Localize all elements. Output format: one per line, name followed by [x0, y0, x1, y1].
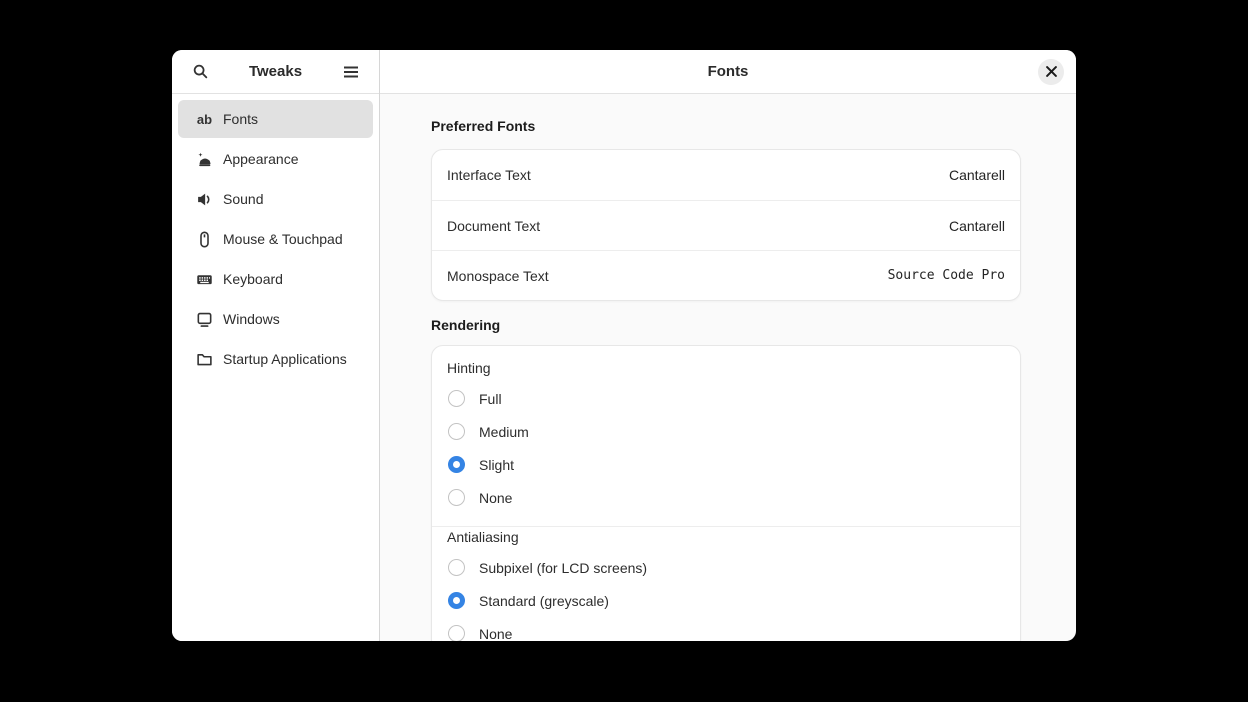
- radio-button[interactable]: [448, 423, 465, 440]
- app-title: Tweaks: [215, 63, 336, 80]
- radio-option-subpixel-for-lcd-screens[interactable]: Subpixel (for LCD screens): [432, 551, 1020, 584]
- radio-option-none[interactable]: None: [432, 617, 1020, 641]
- close-button[interactable]: [1038, 59, 1064, 85]
- group-label: Hinting: [447, 358, 1005, 378]
- tweaks-window: Tweaks ab Fonts Appearance Sound Mouse &…: [172, 50, 1076, 641]
- main-panel: Fonts Preferred Fonts Interface Text Can…: [380, 50, 1076, 641]
- sidebar-item-mouse-touchpad[interactable]: Mouse & Touchpad: [178, 220, 373, 258]
- radio-button[interactable]: [448, 489, 465, 506]
- keyboard-icon: [196, 271, 213, 288]
- group-label: Antialiasing: [447, 527, 1005, 547]
- font-row-monospace-text[interactable]: Monospace Text Source Code Pro: [432, 250, 1020, 300]
- sidebar-item-sound[interactable]: Sound: [178, 180, 373, 218]
- radio-button[interactable]: [448, 625, 465, 641]
- rendering-card: Hinting Full Medium Slight None Antialia…: [431, 345, 1021, 641]
- fonts-page: Preferred Fonts Interface Text Cantarell…: [380, 94, 1076, 641]
- mouse-icon: [196, 231, 213, 248]
- radio-option-slight[interactable]: Slight: [432, 448, 1020, 481]
- appearance-icon: [196, 151, 213, 168]
- radio-option-medium[interactable]: Medium: [432, 415, 1020, 448]
- sidebar-item-windows[interactable]: Windows: [178, 300, 373, 338]
- menu-button[interactable]: [336, 57, 366, 87]
- search-icon: [192, 63, 209, 80]
- group-antialiasing: Antialiasing Subpixel (for LCD screens) …: [432, 527, 1020, 641]
- preferred-fonts-heading: Preferred Fonts: [431, 116, 1021, 136]
- page-title: Fonts: [708, 63, 749, 80]
- sidebar-headerbar: Tweaks: [172, 50, 379, 94]
- search-button[interactable]: [185, 57, 215, 87]
- radio-button[interactable]: [448, 390, 465, 407]
- font-row-document-text[interactable]: Document Text Cantarell: [432, 200, 1020, 250]
- monitor-icon: [196, 311, 213, 328]
- radio-option-none[interactable]: None: [432, 481, 1020, 514]
- radio-button[interactable]: [448, 456, 465, 473]
- rendering-heading: Rendering: [431, 315, 1021, 335]
- radio-option-standard-greyscale[interactable]: Standard (greyscale): [432, 584, 1020, 617]
- radio-button[interactable]: [448, 559, 465, 576]
- sidebar-item-keyboard[interactable]: Keyboard: [178, 260, 373, 298]
- folder-icon: [196, 351, 213, 368]
- ab-icon: ab: [196, 111, 213, 128]
- preferred-fonts-card: Interface Text Cantarell Document Text C…: [431, 149, 1021, 301]
- speaker-icon: [196, 191, 213, 208]
- radio-option-full[interactable]: Full: [432, 382, 1020, 415]
- close-icon: [1046, 66, 1057, 77]
- font-row-interface-text[interactable]: Interface Text Cantarell: [432, 150, 1020, 200]
- sidebar-list: ab Fonts Appearance Sound Mouse & Touchp…: [172, 94, 379, 386]
- main-headerbar: Fonts: [380, 50, 1076, 94]
- group-hinting: Hinting Full Medium Slight None: [432, 358, 1020, 514]
- radio-button[interactable]: [448, 592, 465, 609]
- sidebar-item-startup-applications[interactable]: Startup Applications: [178, 340, 373, 378]
- sidebar: Tweaks ab Fonts Appearance Sound Mouse &…: [172, 50, 380, 641]
- sidebar-item-fonts[interactable]: ab Fonts: [178, 100, 373, 138]
- sidebar-item-appearance[interactable]: Appearance: [178, 140, 373, 178]
- hamburger-menu-icon: [343, 65, 359, 79]
